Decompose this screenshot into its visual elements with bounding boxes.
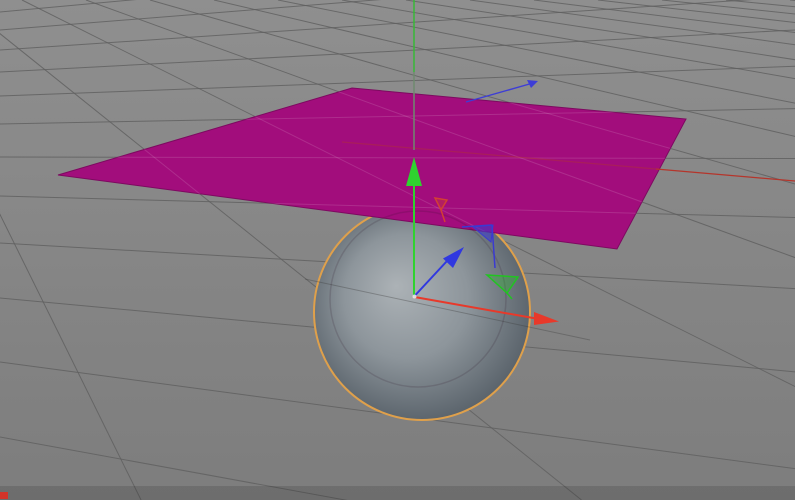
viewport-canvas[interactable] <box>0 0 795 500</box>
scene-svg <box>0 0 795 500</box>
gizmo-origin-dot <box>412 294 417 299</box>
viewport-bottom-band <box>0 486 795 500</box>
corner-red-mark <box>0 492 8 499</box>
